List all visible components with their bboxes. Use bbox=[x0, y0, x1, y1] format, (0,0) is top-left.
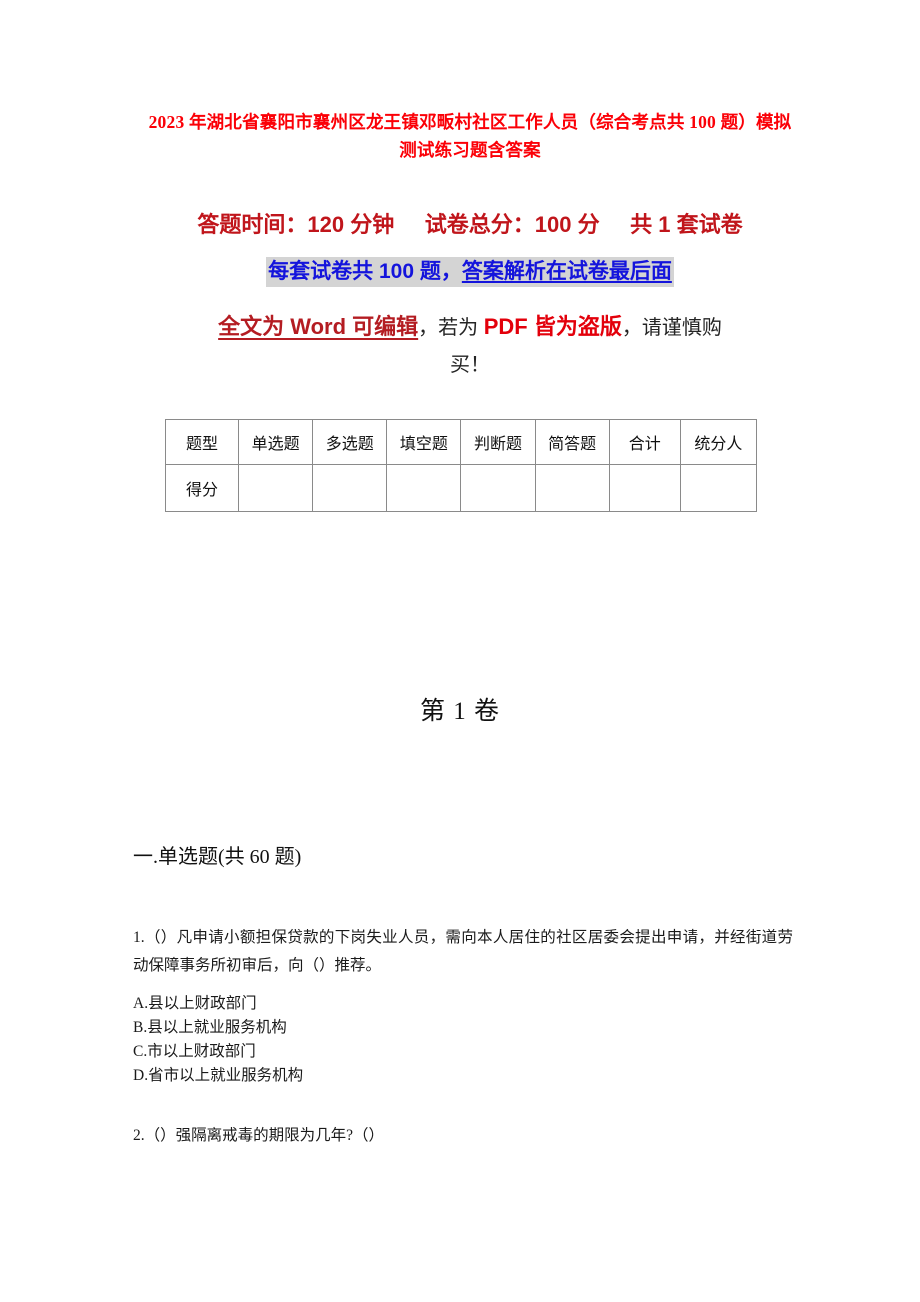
table-cell-score[interactable] bbox=[460, 464, 536, 512]
piracy-separator-2: ，请谨慎购 bbox=[621, 317, 722, 339]
table-header-cell: 简答题 bbox=[534, 419, 610, 465]
piracy-notice-line: 全文为 Word 可编辑，若为 PDF 皆为盗版，请谨慎购 bbox=[157, 308, 783, 347]
table-cell-score[interactable] bbox=[534, 464, 610, 512]
document-page: 2023 年湖北省襄阳市襄州区龙王镇邓畈村社区工作人员（综合考点共 100 题）… bbox=[0, 0, 920, 1302]
question-item: 1.（）凡申请小额担保贷款的下岗失业人员，需向本人居住的社区居委会提出申请，并经… bbox=[133, 924, 793, 1088]
table-row-label: 得分 bbox=[164, 464, 240, 512]
option-b[interactable]: B.县以上就业服务机构 bbox=[133, 1016, 793, 1040]
option-a[interactable]: A.县以上财政部门 bbox=[133, 992, 793, 1016]
section-heading-single-choice: 一.单选题(共 60 题) bbox=[133, 846, 302, 868]
score-table: 题型 单选题 多选题 填空题 判断题 简答题 合计 统分人 得分 bbox=[164, 419, 758, 512]
table-header-cell: 统分人 bbox=[679, 419, 758, 465]
table-cell-score[interactable] bbox=[679, 464, 758, 512]
option-d[interactable]: D.省市以上就业服务机构 bbox=[133, 1064, 793, 1088]
question-item: 2.（）强隔离戒毒的期限为几年?（） bbox=[133, 1122, 793, 1150]
question-stem: 1.（）凡申请小额担保贷款的下岗失业人员，需向本人居住的社区居委会提出申请，并经… bbox=[133, 929, 793, 974]
table-header-cell: 合计 bbox=[608, 419, 681, 465]
table-cell-score[interactable] bbox=[386, 464, 462, 512]
exam-time-score-line: 答题时间：120 分钟 试卷总分：100 分 共 1 套试卷 bbox=[197, 212, 743, 237]
answer-location-prefix: 每套试卷共 100 题， bbox=[268, 260, 462, 283]
table-header-cell: 单选题 bbox=[238, 419, 314, 465]
pdf-piracy-text: PDF 皆为盗版 bbox=[483, 314, 622, 339]
question-list: 1.（）凡申请小额担保贷款的下岗失业人员，需向本人居住的社区居委会提出申请，并经… bbox=[133, 924, 793, 1150]
table-cell-score[interactable] bbox=[608, 464, 681, 512]
table-cell-score[interactable] bbox=[312, 464, 388, 512]
volume-heading: 第 1 卷 bbox=[419, 698, 500, 725]
table-header-cell: 多选题 bbox=[312, 419, 388, 465]
table-header-cell: 填空题 bbox=[386, 419, 462, 465]
option-c[interactable]: C.市以上财政部门 bbox=[133, 1040, 793, 1064]
answer-location-line: 每套试卷共 100 题，答案解析在试卷最后面 bbox=[140, 256, 800, 294]
piracy-notice-line-continued: 买！ bbox=[450, 354, 490, 376]
question-stem: 2.（）强隔离戒毒的期限为几年?（） bbox=[133, 1127, 385, 1144]
table-cell-score[interactable] bbox=[238, 464, 314, 512]
answer-location-underlined: 答案解析在试卷最后面 bbox=[461, 260, 672, 283]
exam-meta-block: 答题时间：120 分钟 试卷总分：100 分 共 1 套试卷 每套试卷共 100… bbox=[140, 208, 800, 383]
word-editable-text: 全文为 Word 可编辑 bbox=[218, 314, 419, 339]
page-title: 2023 年湖北省襄阳市襄州区龙王镇邓畈村社区工作人员（综合考点共 100 题）… bbox=[148, 112, 792, 160]
table-row: 得分 bbox=[164, 464, 758, 512]
question-options: A.县以上财政部门 B.县以上就业服务机构 C.市以上财政部门 D.省市以上就业… bbox=[133, 992, 793, 1088]
table-header-cell: 题型 bbox=[164, 419, 240, 465]
question-spacer bbox=[133, 1088, 793, 1122]
piracy-separator-1: ，若为 bbox=[418, 317, 484, 339]
answer-location-highlight: 每套试卷共 100 题，答案解析在试卷最后面 bbox=[266, 257, 674, 287]
table-row-header: 题型 单选题 多选题 填空题 判断题 简答题 合计 统分人 bbox=[164, 419, 758, 465]
table-header-cell: 判断题 bbox=[460, 419, 536, 465]
